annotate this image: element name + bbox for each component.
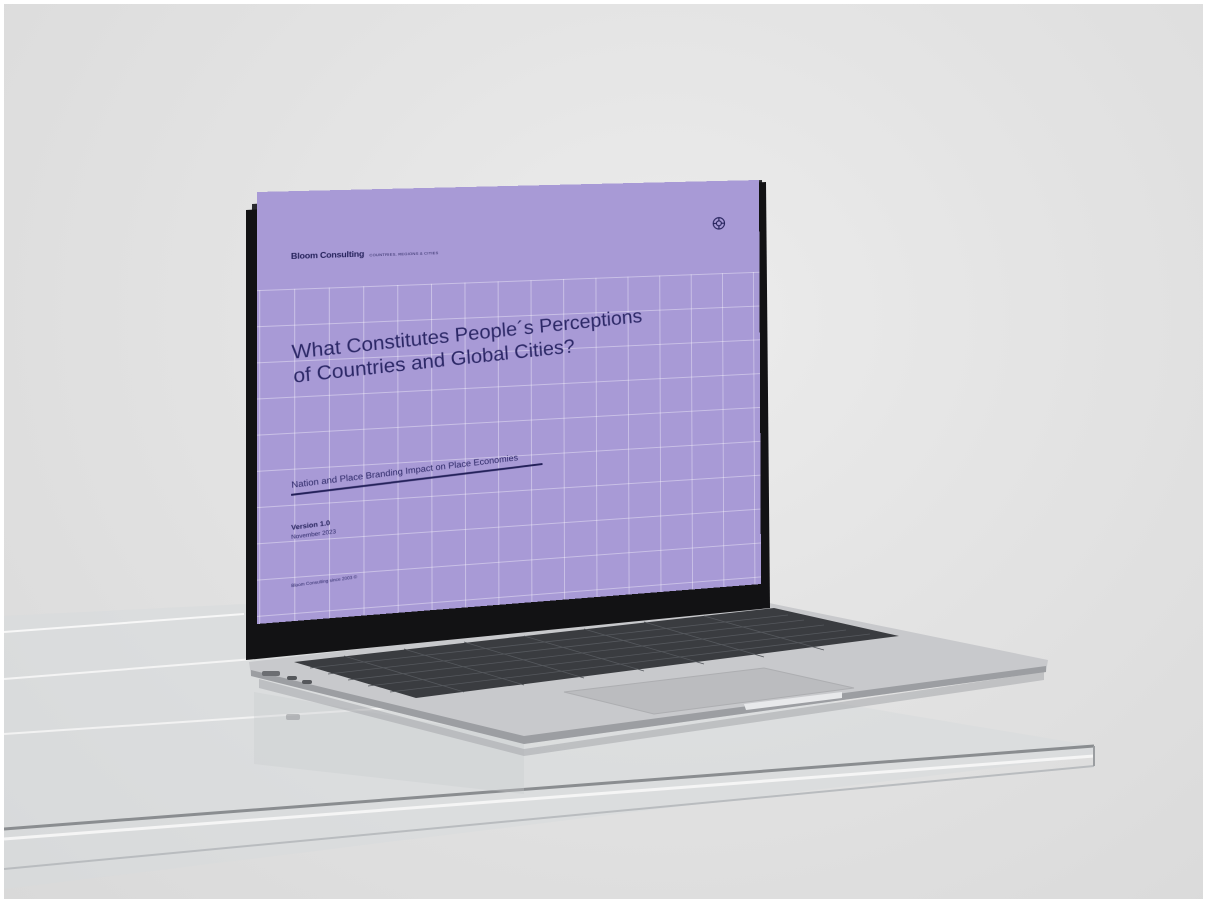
magsafe-port [262, 671, 280, 676]
port-reflection [286, 714, 300, 720]
usb-c-port-2 [302, 680, 312, 684]
target-crosshair-icon [712, 217, 725, 231]
brand-name: Bloom Consulting [291, 249, 364, 261]
laptop-screen: Bloom Consulting COUNTRIES, REGIONS & CI… [257, 180, 761, 624]
usb-c-port-1 [287, 676, 297, 680]
brand-header: Bloom Consulting COUNTRIES, REGIONS & CI… [291, 246, 439, 261]
brand-tagline: COUNTRIES, REGIONS & CITIES [369, 250, 438, 257]
photo-scene: Bloom Consulting COUNTRIES, REGIONS & CI… [4, 4, 1203, 899]
slide: Bloom Consulting COUNTRIES, REGIONS & CI… [257, 180, 761, 624]
